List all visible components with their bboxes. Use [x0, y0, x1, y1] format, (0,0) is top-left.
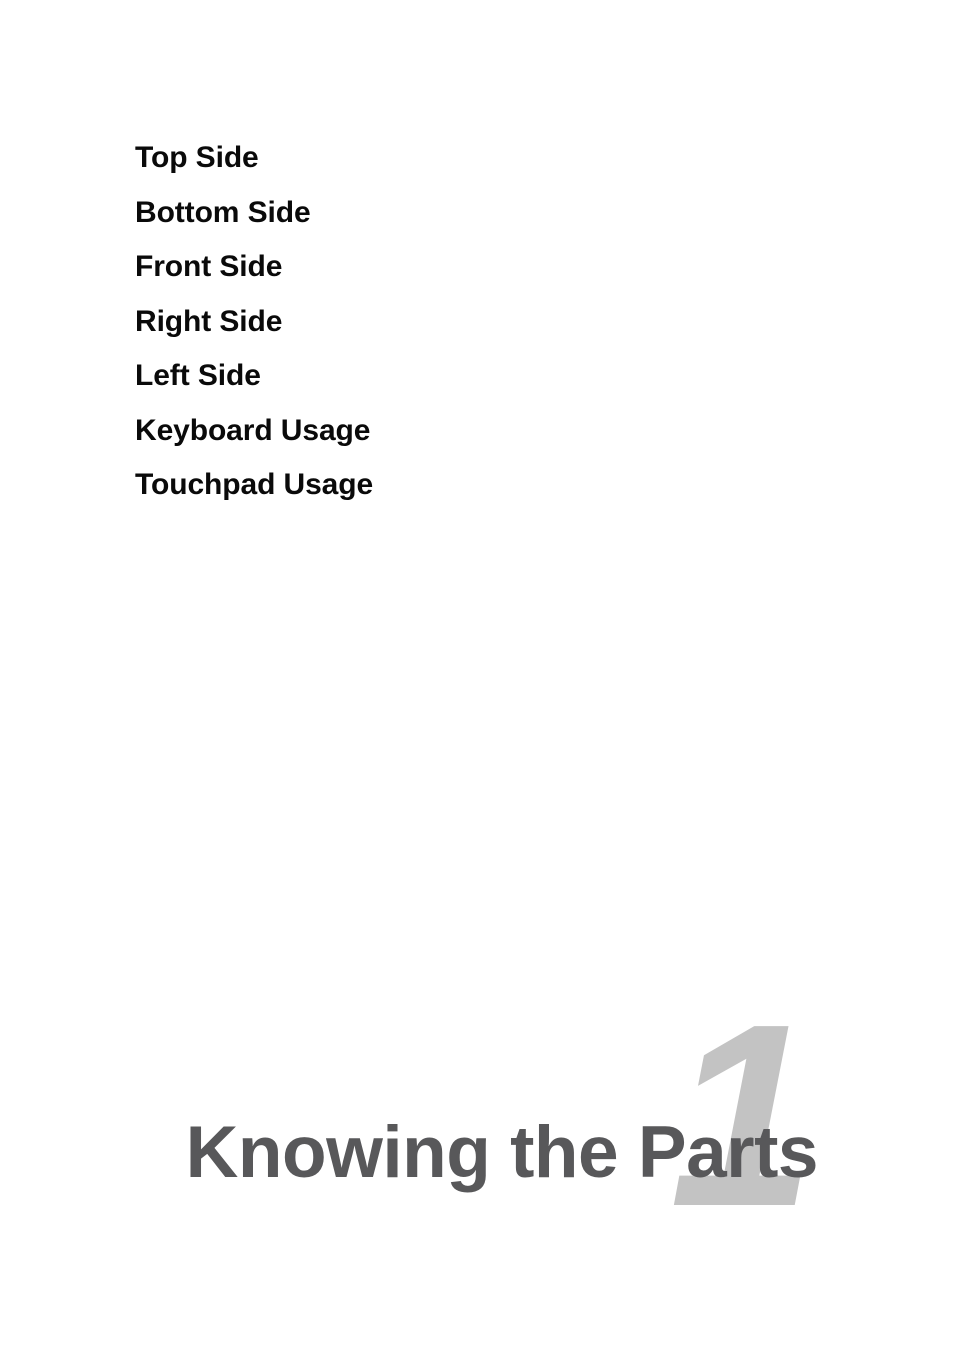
list-item: Top Side	[135, 141, 259, 174]
list-item: Keyboard Usage	[135, 413, 371, 447]
list-item: Right Side	[135, 304, 283, 338]
list-item: Left Side	[135, 359, 261, 392]
list-item: Touchpad Usage	[135, 468, 374, 501]
chapter-number: 1	[669, 971, 815, 1261]
chapter-divider-page: Top Side Bottom Side Front Side Right Si…	[0, 0, 954, 1357]
list-item: Front Side	[135, 250, 283, 283]
list-item: Bottom Side	[135, 195, 311, 229]
page-title: Knowing the Parts	[185, 1112, 819, 1193]
chapter-contents-list: Top Side Bottom Side Front Side Right Si…	[135, 131, 373, 513]
